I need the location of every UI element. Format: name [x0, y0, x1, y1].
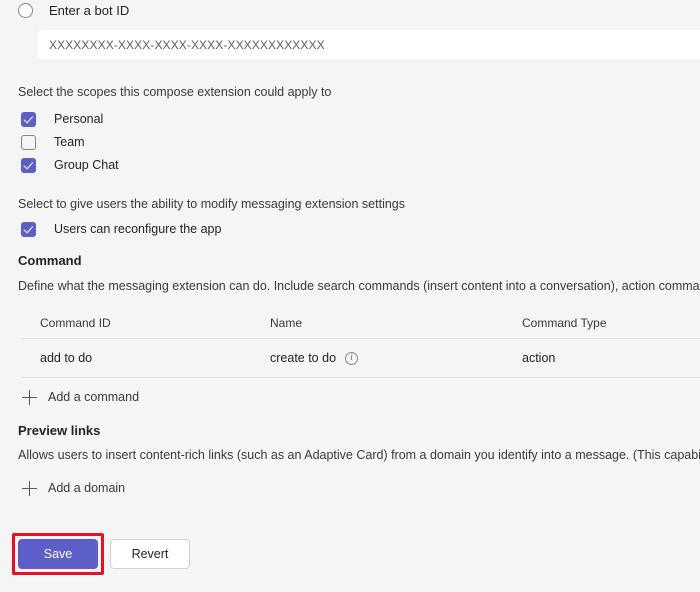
plus-icon [22, 389, 37, 405]
column-header-name: Name [270, 316, 303, 330]
checkbox-users-can-reconfigure[interactable]: Users can reconfigure the app [21, 220, 221, 238]
preview-links-description: Allows users to insert content-rich link… [18, 448, 700, 462]
column-header-command-type: Command Type [522, 316, 607, 330]
checkbox-checked-icon [21, 157, 36, 173]
cell-name-text: create to do [270, 351, 337, 365]
bot-id-input-value: XXXXXXXX-XXXX-XXXX-XXXX-XXXXXXXXXXXX [49, 37, 325, 52]
info-icon[interactable]: i [345, 351, 359, 365]
add-a-domain-button[interactable]: Add a domain [22, 478, 125, 498]
revert-button[interactable]: Revert [110, 539, 190, 569]
settings-prompt: Select to give users the ability to modi… [18, 197, 406, 211]
command-heading: Command [18, 253, 82, 268]
checkbox-checked-icon [21, 221, 36, 237]
column-header-command-id: Command ID [40, 316, 111, 330]
commands-table: Command ID Name Command Type add to do c… [22, 308, 700, 378]
checkbox-personal-label: Personal [54, 112, 104, 126]
cell-command-id: add to do [40, 351, 93, 365]
radio-enter-bot-id-label: Enter a bot ID [49, 2, 130, 18]
cell-command-type: action [522, 351, 556, 365]
checkbox-checked-icon [21, 111, 36, 127]
checkbox-users-can-reconfigure-label: Users can reconfigure the app [54, 222, 222, 236]
add-a-command-button[interactable]: Add a command [22, 387, 139, 407]
cell-name: create to do i [270, 351, 522, 365]
table-row[interactable]: add to do create to do i action [22, 339, 700, 377]
table-header-row: Command ID Name Command Type [22, 308, 700, 338]
checkbox-unchecked-icon [21, 134, 36, 150]
checkbox-personal[interactable]: Personal [21, 110, 103, 128]
plus-icon [22, 480, 37, 496]
checkbox-team[interactable]: Team [21, 133, 85, 151]
bot-id-input[interactable]: XXXXXXXX-XXXX-XXXX-XXXX-XXXXXXXXXXXX [38, 30, 700, 59]
radio-circle-icon [18, 2, 33, 18]
command-description: Define what the messaging extension can … [18, 279, 700, 293]
add-a-domain-label: Add a domain [48, 481, 126, 495]
revert-button-label: Revert [131, 547, 169, 561]
settings-page: Enter a bot ID XXXXXXXX-XXXX-XXXX-XXXX-X… [0, 0, 700, 592]
add-a-command-label: Add a command [48, 390, 140, 404]
radio-enter-bot-id[interactable]: Enter a bot ID [18, 0, 129, 20]
checkbox-team-label: Team [54, 135, 85, 149]
table-divider [22, 377, 700, 378]
preview-links-heading: Preview links [18, 423, 101, 438]
save-button[interactable]: Save [18, 539, 98, 569]
save-button-label: Save [43, 547, 73, 561]
scopes-prompt: Select the scopes this compose extension… [18, 85, 332, 99]
checkbox-group-chat-label: Group Chat [54, 158, 119, 172]
checkbox-group-chat[interactable]: Group Chat [21, 156, 119, 174]
